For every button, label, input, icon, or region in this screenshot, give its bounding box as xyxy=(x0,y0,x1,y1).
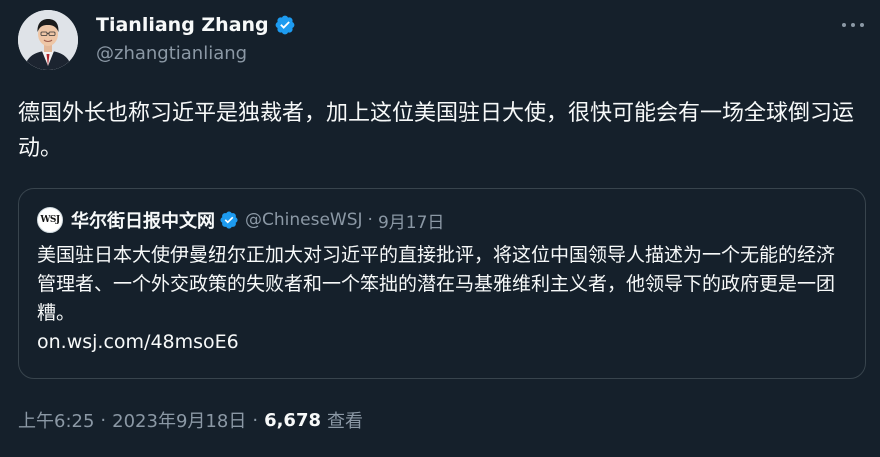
quoted-link[interactable]: on.wsj.com/48msoE6 xyxy=(37,328,852,357)
separator-dot: · xyxy=(100,409,107,431)
dot xyxy=(842,23,846,27)
verified-badge-icon[interactable] xyxy=(274,14,296,36)
quoted-date[interactable]: 9月17日 xyxy=(378,208,444,233)
author-info: Tianliang Zhang @zhangtianliang xyxy=(96,10,296,64)
quoted-tweet-text: 美国驻日本大使伊曼纽尔正加大对习近平的直接批评，将这位中国领导人描述为一个无能的… xyxy=(37,241,852,357)
quoted-author-handle[interactable]: @ChineseWSJ xyxy=(245,210,363,230)
quoted-tweet-header: WSJ 华尔街日报中文网 @ChineseWSJ · 9月17日 xyxy=(37,207,444,233)
separator-dot: · xyxy=(367,210,373,230)
author-name[interactable]: Tianliang Zhang xyxy=(96,14,269,36)
author-avatar[interactable] xyxy=(18,10,78,70)
quoted-author-name[interactable]: 华尔街日报中文网 xyxy=(71,207,215,233)
more-options-icon[interactable] xyxy=(842,14,864,36)
tweet-metadata: 上午6:25 · 2023年9月18日 · 6,678 查看 xyxy=(18,407,363,433)
tweet-date[interactable]: 2023年9月18日 xyxy=(112,407,246,433)
quoted-tweet[interactable]: WSJ 华尔街日报中文网 @ChineseWSJ · 9月17日 美国驻日本大使… xyxy=(18,188,866,379)
verified-badge-icon xyxy=(220,211,238,229)
dot xyxy=(860,23,864,27)
tweet-text: 德国外长也称习近平是独裁者，加上这位美国驻日大使，很快可能会有一场全球倒习运动。 xyxy=(18,101,855,161)
wsj-logo-icon: WSJ xyxy=(37,207,63,233)
author-handle[interactable]: @zhangtianliang xyxy=(96,43,296,64)
tweet: Tianliang Zhang @zhangtianliang 德国外长也称习近… xyxy=(0,0,880,457)
dot xyxy=(851,23,855,27)
quoted-text-body: 美国驻日本大使伊曼纽尔正加大对习近平的直接批评，将这位中国领导人描述为一个无能的… xyxy=(37,244,836,324)
tweet-time[interactable]: 上午6:25 xyxy=(18,407,94,433)
views-label: 查看 xyxy=(327,411,363,432)
avatar-photo xyxy=(18,10,78,70)
views-count: 6,678 xyxy=(264,409,321,431)
separator-dot: · xyxy=(252,409,259,431)
